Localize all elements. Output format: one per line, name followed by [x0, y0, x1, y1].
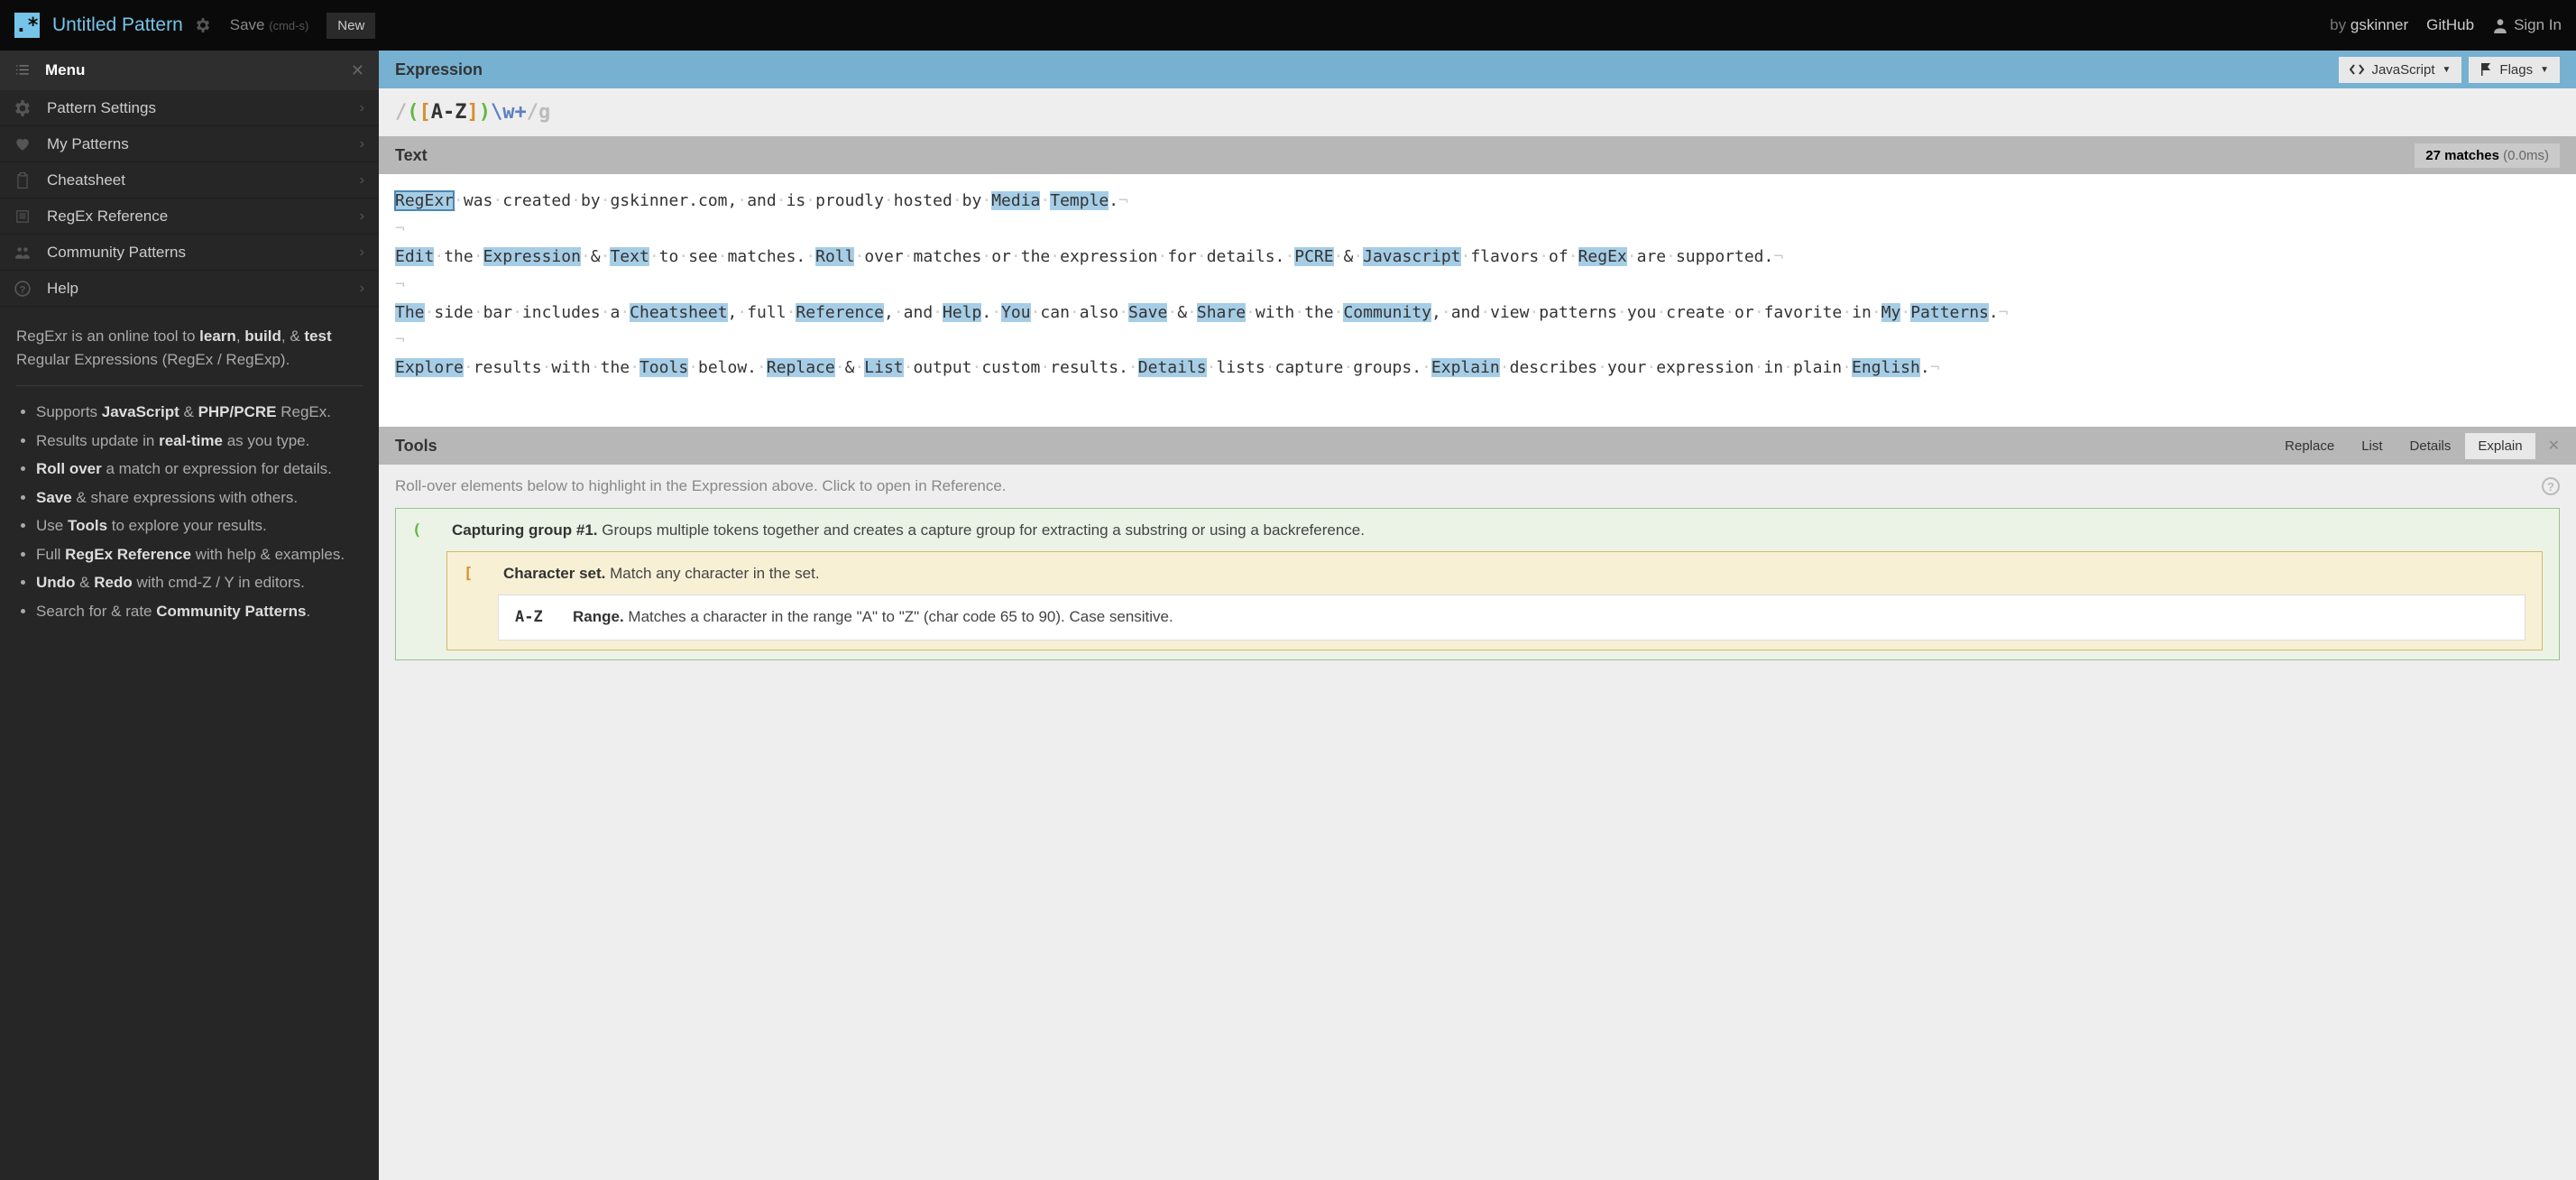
list-item: Search for & rate Community Patterns. — [36, 600, 363, 623]
chevron-right-icon: › — [360, 208, 364, 225]
list-item: Save & share expressions with others. — [36, 486, 363, 510]
sidebar: Menu ✕ Pattern Settings›My Patterns›Chea… — [0, 51, 379, 1180]
new-button[interactable]: New — [327, 13, 375, 39]
logo[interactable]: .* — [14, 13, 40, 38]
sidebar-item-help[interactable]: ?Help› — [0, 271, 379, 307]
gear-icon[interactable] — [196, 18, 210, 32]
text-header: Text 27 matches (0.0ms) — [379, 136, 2576, 174]
tab-details[interactable]: Details — [2397, 433, 2464, 459]
list-item: Roll over a match or expression for deta… — [36, 457, 363, 481]
book-icon — [14, 208, 32, 225]
close-icon[interactable]: ✕ — [351, 61, 364, 80]
question-icon: ? — [14, 281, 32, 297]
sidebar-item-cheatsheet[interactable]: Cheatsheet› — [0, 162, 379, 198]
tools-header: Tools Replace List Details Explain ✕ — [379, 427, 2576, 465]
heart-icon — [14, 136, 32, 152]
chevron-down-icon: ▼ — [2443, 65, 2452, 75]
top-bar: .* Untitled Pattern Save (cmd-s) New by … — [0, 0, 2576, 51]
list-item: Supports JavaScript & PHP/PCRE RegEx. — [36, 401, 363, 424]
tab-replace[interactable]: Replace — [2272, 433, 2347, 459]
signin-button[interactable]: Sign In — [2492, 16, 2562, 34]
explain-charset[interactable]: [ Character set. Match any character in … — [446, 551, 2543, 650]
help-icon[interactable]: ? — [2542, 477, 2560, 495]
sidebar-item-pattern-settings[interactable]: Pattern Settings› — [0, 90, 379, 126]
list-item: Use Tools to explore your results. — [36, 514, 363, 538]
pattern-title[interactable]: Untitled Pattern — [52, 14, 183, 36]
tab-list[interactable]: List — [2349, 433, 2395, 459]
people-icon — [14, 244, 32, 261]
chevron-down-icon: ▼ — [2540, 65, 2549, 75]
chevron-right-icon: › — [360, 244, 364, 261]
tools-panel: Roll-over elements below to highlight in… — [379, 465, 2576, 1180]
tab-explain[interactable]: Explain — [2465, 433, 2535, 459]
code-icon — [2350, 63, 2364, 76]
sidebar-content: RegExr is an online tool to learn, build… — [0, 307, 379, 1180]
github-link[interactable]: GitHub — [2426, 16, 2474, 34]
explain-group[interactable]: ( Capturing group #1. Groups multiple to… — [395, 508, 2560, 660]
list-icon — [14, 62, 31, 78]
author-link[interactable]: gskinner — [2351, 16, 2408, 33]
list-item: Undo & Redo with cmd-Z / Y in editors. — [36, 571, 363, 595]
menu-header: Menu ✕ — [0, 51, 379, 90]
svg-text:?: ? — [20, 284, 26, 295]
save-button[interactable]: Save (cmd-s) — [230, 16, 309, 34]
clipboard-icon — [14, 172, 32, 189]
sidebar-item-my-patterns[interactable]: My Patterns› — [0, 126, 379, 162]
flag-icon — [2479, 63, 2492, 76]
chevron-right-icon: › — [360, 100, 364, 116]
gear-icon — [14, 100, 32, 116]
flags-dropdown[interactable]: Flags ▼ — [2469, 57, 2560, 83]
sidebar-item-regex-reference[interactable]: RegEx Reference› — [0, 198, 379, 235]
expression-header: Expression JavaScript ▼ Flags ▼ — [379, 51, 2576, 88]
user-icon — [2492, 17, 2508, 33]
explain-range[interactable]: A-Z Range. Matches a character in the ra… — [498, 595, 2525, 641]
match-count: 27 matches (0.0ms) — [2415, 143, 2560, 168]
sidebar-item-community-patterns[interactable]: Community Patterns› — [0, 235, 379, 271]
expression-input[interactable]: /([A-Z])\w+/g — [379, 88, 2576, 136]
svg-text:?: ? — [2547, 480, 2554, 493]
close-icon[interactable]: ✕ — [2548, 437, 2560, 455]
list-item: Full RegEx Reference with help & example… — [36, 543, 363, 567]
menu-title: Menu — [45, 61, 85, 79]
chevron-right-icon: › — [360, 136, 364, 152]
list-item: Results update in real-time as you type. — [36, 429, 363, 453]
chevron-right-icon: › — [360, 281, 364, 297]
chevron-right-icon: › — [360, 172, 364, 189]
flavor-dropdown[interactable]: JavaScript ▼ — [2339, 57, 2461, 83]
workspace: Expression JavaScript ▼ Flags ▼ /([A-Z])… — [379, 51, 2576, 1180]
text-input[interactable]: RegExr·was·created·by·gskinner.com,·and·… — [379, 174, 2576, 427]
